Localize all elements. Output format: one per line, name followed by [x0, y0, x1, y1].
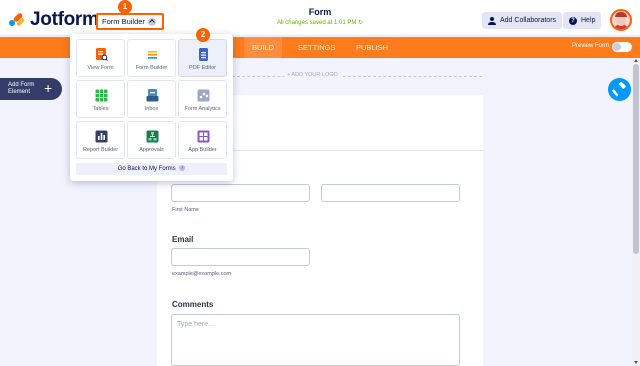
go-back-label: Go Back to My Forms: [117, 166, 176, 172]
add-your-logo[interactable]: + ADD YOUR LOGO: [284, 72, 341, 78]
approvals-icon: [146, 130, 159, 143]
menu-item-tables[interactable]: Tables: [76, 80, 125, 118]
pdf-editor-icon: [199, 48, 208, 61]
add-collaborators-label: Add Collaborators: [500, 17, 557, 24]
person-icon: [488, 16, 496, 25]
help-button[interactable]: ? Help: [563, 12, 602, 29]
comments-label: Comments: [172, 300, 214, 309]
tab-publish[interactable]: PUBLISH: [356, 37, 388, 58]
preview-form-label: Preview Form: [572, 43, 610, 49]
first-name-input[interactable]: [171, 184, 310, 202]
app-builder-icon: [197, 130, 210, 143]
form-builder-item-label: Form Builder: [135, 65, 168, 71]
report-builder-icon: [95, 130, 108, 143]
view-form-label: View Form: [87, 65, 114, 71]
first-name-sublabel: First Name: [172, 207, 199, 213]
scroll-up-icon[interactable]: [634, 59, 638, 62]
arrow-right-icon: ›: [179, 165, 186, 172]
add-collaborators-button[interactable]: Add Collaborators: [482, 12, 563, 29]
menu-item-form-analytics[interactable]: Form Analytics: [178, 80, 227, 118]
inbox-icon: [146, 89, 159, 102]
tables-icon: [95, 89, 108, 102]
step-badge-2: 2: [196, 28, 210, 42]
top-header: Jotform Form Builder 1 Form All changes …: [0, 0, 640, 36]
comments-textarea[interactable]: Type here...: [171, 314, 460, 366]
product-switcher-menu: View Form Form Builder PDF Editor 2 Tabl…: [70, 28, 233, 181]
menu-item-form-builder[interactable]: Form Builder: [127, 39, 176, 77]
approvals-label: Approvals: [139, 147, 164, 153]
avatar[interactable]: [610, 9, 632, 31]
add-element-label-1: Add Form: [8, 82, 35, 88]
logo-divider: [232, 76, 482, 77]
form-builder-icon: [148, 51, 157, 59]
app-builder-label: App Builder: [188, 147, 217, 153]
inbox-label: Inbox: [144, 106, 159, 112]
tab-settings[interactable]: SETTINGS: [298, 37, 336, 58]
tables-label: Tables: [92, 106, 109, 112]
analytics-icon: [197, 89, 210, 102]
add-form-element-button[interactable]: Add Form Element +: [0, 78, 62, 100]
view-form-icon: [96, 48, 108, 61]
menu-item-pdf-editor[interactable]: PDF Editor: [178, 39, 227, 77]
scroll-down-icon[interactable]: [634, 361, 638, 364]
email-label: Email: [172, 235, 194, 244]
last-name-input[interactable]: [321, 184, 460, 202]
scrollbar-thumb[interactable]: [633, 64, 639, 254]
menu-item-approvals[interactable]: Approvals: [127, 121, 176, 159]
tab-build[interactable]: BUILD: [244, 37, 283, 58]
preview-form-toggle[interactable]: [612, 42, 632, 52]
paint-roller-icon: [612, 81, 626, 97]
report-builder-label: Report Builder: [82, 147, 119, 153]
menu-item-app-builder[interactable]: App Builder: [178, 121, 227, 159]
comments-placeholder: Type here...: [177, 321, 214, 328]
add-element-label-2: Element: [8, 89, 31, 95]
email-field[interactable]: [171, 248, 310, 266]
menu-item-view-form[interactable]: View Form: [76, 39, 125, 77]
pdf-editor-label: PDF Editor: [189, 65, 216, 71]
menu-item-inbox[interactable]: Inbox: [127, 80, 176, 118]
email-sublabel: example@example.com: [172, 271, 232, 277]
menu-item-report-builder[interactable]: Report Builder: [76, 121, 125, 159]
plus-icon: +: [44, 80, 53, 96]
go-back-to-my-forms[interactable]: Go Back to My Forms ›: [76, 163, 227, 175]
form-designer-button[interactable]: [608, 78, 631, 101]
form-analytics-label: Form Analytics: [184, 106, 221, 112]
help-icon: ?: [569, 16, 577, 25]
help-label: Help: [581, 17, 596, 24]
